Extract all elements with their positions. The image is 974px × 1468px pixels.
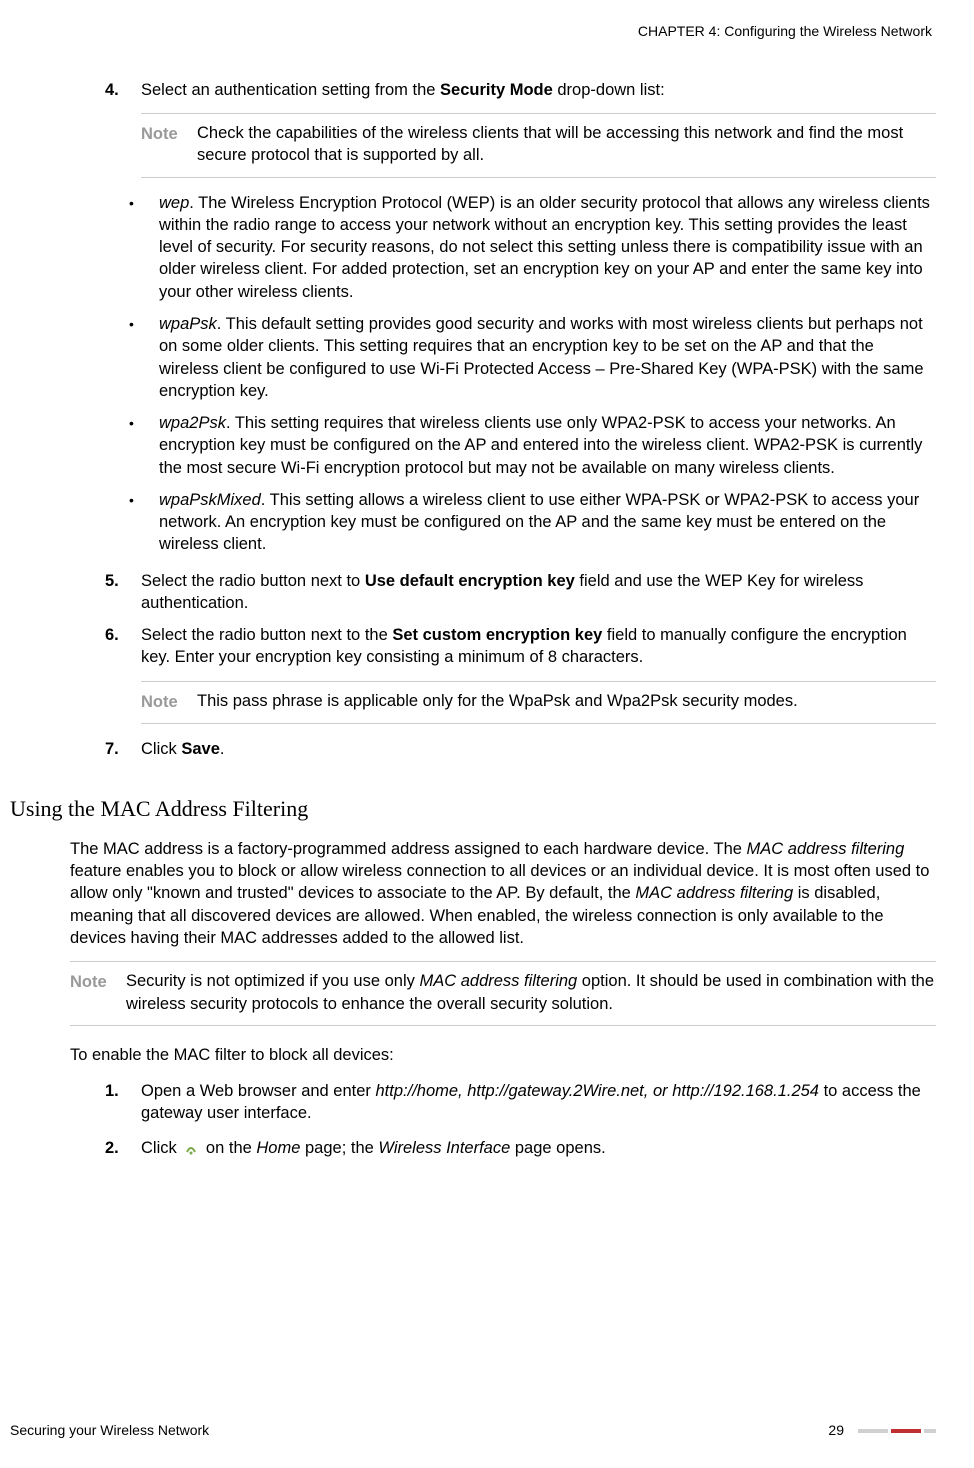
text-run: Select an authentication setting from th… [141,81,440,99]
step-number: 5. [105,570,141,615]
note-block: Note Check the capabilities of the wirel… [141,113,936,178]
step-number: 2. [105,1137,141,1159]
note-text: Check the capabilities of the wireless c… [197,122,936,167]
bold-term: Use default encryption key [365,572,575,590]
step-body: Select an authentication setting from th… [141,79,936,101]
text-run: . This setting allows a wireless client … [159,491,919,554]
note-label: Note [141,122,197,167]
sub-step-1: 1. Open a Web browser and enter http://h… [105,1080,936,1125]
bullet-icon: • [129,489,159,556]
text-run: Open a Web browser and enter [141,1082,376,1100]
step-body: Click on the Home page; the Wireless Int… [141,1137,936,1159]
step-7: 7. Click Save. [105,738,936,760]
text-run: . This setting requires that wireless cl… [159,414,922,477]
step-body: Open a Web browser and enter http://home… [141,1080,936,1125]
bullet-list: • wep. The Wireless Encryption Protocol … [129,192,936,556]
text-run: . The Wireless Encryption Protocol (WEP)… [159,194,930,301]
step-number: 7. [105,738,141,760]
bullet-icon: • [129,412,159,479]
note-text: This pass phrase is applicable only for … [197,690,936,713]
list-item-body: wep. The Wireless Encryption Protocol (W… [159,192,936,303]
text-run: Select the radio button next to [141,572,365,590]
italic-term: MAC address filtering [635,884,793,902]
step-4: 4. Select an authentication setting from… [105,79,936,101]
text-run: Select the radio button next to the [141,626,392,644]
note-text: Security is not optimized if you use onl… [126,970,936,1015]
list-item: • wpaPsk. This default setting provides … [129,313,936,402]
list-item: • wpaPskMixed. This setting allows a wir… [129,489,936,556]
text-run: Click [141,1139,181,1157]
italic-term: wpaPskMixed [159,491,261,509]
text-run: on the [201,1139,256,1157]
italic-term: Wireless Interface [378,1139,510,1157]
text-run: . This default setting provides good sec… [159,315,924,400]
list-item-body: wpaPskMixed. This setting allows a wirel… [159,489,936,556]
step-6: 6. Select the radio button next to the S… [105,624,936,669]
step-number: 4. [105,79,141,101]
list-item: • wpa2Psk. This setting requires that wi… [129,412,936,479]
note-label: Note [141,690,197,713]
text-run: The MAC address is a factory-programmed … [70,840,747,858]
step-body: Click Save. [141,738,936,760]
italic-term: wep [159,194,189,212]
text-run: page; the [300,1139,378,1157]
italic-term: wpaPsk [159,315,217,333]
note-block: Note This pass phrase is applicable only… [141,681,936,724]
list-item-body: wpa2Psk. This setting requires that wire… [159,412,936,479]
bold-term: Security Mode [440,81,553,99]
step-5: 5. Select the radio button next to Use d… [105,570,936,615]
text-run: drop-down list: [553,81,665,99]
intro-paragraph: The MAC address is a factory-programmed … [70,838,936,949]
note-label: Note [70,970,126,1015]
page-footer: Securing your Wireless Network 29 [10,1421,936,1440]
sub-step-2: 2. Click on the Home page; the Wireless … [105,1137,936,1159]
step-body: Select the radio button next to Use defa… [141,570,936,615]
italic-term: http://home, http://gateway.2Wire.net, o… [376,1082,820,1100]
step-number: 6. [105,624,141,669]
page-number: 29 [828,1421,844,1440]
instruction-line: To enable the MAC filter to block all de… [70,1044,936,1066]
wireless-icon [183,1140,199,1156]
bullet-icon: • [129,192,159,303]
italic-term: MAC address filtering [419,972,577,990]
text-run: Click [141,740,181,758]
chapter-header: CHAPTER 4: Configuring the Wireless Netw… [10,22,932,41]
footer-decoration [858,1429,936,1433]
italic-term: MAC address filtering [747,840,905,858]
note-block: Note Security is not optimized if you us… [70,961,936,1026]
list-item-body: wpaPsk. This default setting provides go… [159,313,936,402]
bold-term: Set custom encryption key [392,626,602,644]
italic-term: wpa2Psk [159,414,226,432]
list-item: • wep. The Wireless Encryption Protocol … [129,192,936,303]
footer-title: Securing your Wireless Network [10,1421,209,1440]
text-run: page opens. [510,1139,605,1157]
italic-term: Home [256,1139,300,1157]
text-run: . [220,740,225,758]
step-body: Select the radio button next to the Set … [141,624,936,669]
section-heading: Using the MAC Address Filtering [10,794,936,824]
bullet-icon: • [129,313,159,402]
text-run: Security is not optimized if you use onl… [126,972,419,990]
step-number: 1. [105,1080,141,1125]
bold-term: Save [181,740,220,758]
